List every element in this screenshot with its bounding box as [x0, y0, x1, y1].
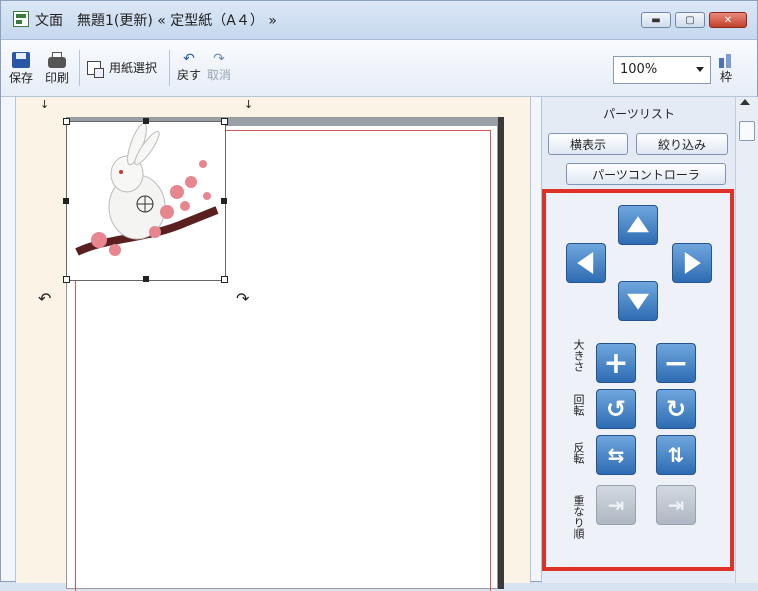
arrow-right-icon — [684, 252, 701, 274]
toolbar-separator — [169, 50, 170, 86]
paper-select-label: 用紙選択 — [109, 61, 158, 75]
shrink-button[interactable]: − — [656, 343, 696, 383]
undo-arrow-icon: ↶ — [183, 51, 195, 67]
rotate-label: 回転 — [572, 394, 585, 416]
rotate-ccw-button[interactable]: ↺ — [596, 389, 636, 429]
arrow-left-icon — [577, 252, 594, 274]
selected-image-part[interactable] — [63, 118, 228, 283]
resize-handle[interactable] — [221, 276, 228, 283]
maximize-icon: ▢ — [685, 14, 695, 26]
printer-icon — [48, 52, 66, 68]
resize-handle[interactable] — [143, 276, 149, 282]
frame-button[interactable]: 枠 — [717, 54, 735, 85]
print-button[interactable]: 印刷 — [45, 52, 69, 86]
scroll-thumb[interactable] — [739, 121, 755, 141]
horizontal-display-button[interactable]: 横表示 — [548, 133, 628, 155]
arrow-down-icon — [627, 293, 649, 310]
paper-select-button[interactable]: 用紙選択 — [87, 59, 158, 78]
redo-arrow-icon: ↷ — [213, 51, 225, 67]
flip-horizontal-icon: ⇆ — [607, 443, 625, 467]
redo-button[interactable]: ↷ 取消 — [207, 52, 231, 83]
filter-button[interactable]: 絞り込み — [636, 133, 728, 155]
save-button[interactable]: 保存 — [9, 52, 33, 86]
rotate-cw-icon: ↻ — [665, 395, 687, 423]
window-title: 文面 無題1(更新) « 定型紙（A４） » — [35, 13, 277, 29]
zoom-value: 100% — [620, 62, 658, 77]
size-label: 大きさ — [572, 338, 585, 372]
paper-icon — [87, 60, 104, 78]
document-app-icon — [13, 11, 29, 27]
toolbar-separator — [79, 50, 80, 86]
print-label: 印刷 — [45, 71, 70, 85]
floppy-disk-icon — [12, 52, 30, 68]
resize-handle[interactable] — [63, 118, 70, 125]
frame-label: 枠 — [719, 70, 732, 84]
flip-vertical-icon: ⇅ — [667, 443, 685, 467]
parts-controller-frame: 大きさ + − 回転 ↺ ↻ 反転 ⇆ ⇅ 重なり順 ⇥ ⇥ — [542, 189, 734, 571]
close-icon: ✕ — [723, 14, 733, 26]
move-right-button[interactable] — [672, 243, 712, 283]
flip-label: 反転 — [572, 442, 585, 464]
dropdown-arrow-icon — [696, 67, 704, 72]
flip-vertical-button[interactable]: ⇅ — [656, 435, 696, 475]
panel-title: パーツリスト — [603, 107, 675, 121]
panel-scrollbar[interactable] — [735, 97, 758, 583]
bring-forward-button[interactable]: ⇥ — [656, 485, 696, 525]
move-up-button[interactable] — [618, 205, 658, 245]
parts-panel: パーツリスト 横表示 絞り込み パーツコントローラ 大きさ + − 回転 ↺ ↻… — [541, 97, 736, 583]
send-backward-button[interactable]: ⇥ — [596, 485, 636, 525]
frame-bars-icon — [717, 54, 735, 68]
resize-handle[interactable] — [63, 276, 70, 283]
undo-label: 戻す — [177, 68, 202, 82]
flip-horizontal-button[interactable]: ⇆ — [596, 435, 636, 475]
rabbit-image — [75, 122, 219, 256]
plus-icon: + — [603, 345, 629, 381]
resize-handle[interactable] — [63, 198, 69, 204]
redo-label: 取消 — [207, 68, 232, 82]
move-left-button[interactable] — [566, 243, 606, 283]
rotate-ccw-icon: ↺ — [605, 395, 627, 423]
scroll-up-icon[interactable] — [740, 99, 750, 105]
close-button[interactable]: ✕ — [709, 12, 747, 28]
save-label: 保存 — [9, 71, 34, 85]
parts-controller-button[interactable]: パーツコントローラ — [566, 163, 726, 185]
undo-button[interactable]: ↶ 戻す — [177, 52, 201, 83]
resize-handle[interactable] — [221, 198, 227, 204]
maximize-button[interactable]: ▢ — [675, 12, 705, 28]
minus-icon: − — [663, 345, 689, 381]
window-controls: ▬ ▢ ✕ — [641, 12, 747, 28]
rotate-right-handle-icon[interactable]: ↷ — [236, 291, 249, 307]
app-window: 文面 無題1(更新) « 定型紙（A４） » ▬ ▢ ✕ 保存 印刷 用紙選択 … — [0, 0, 758, 591]
resize-handle[interactable] — [143, 118, 149, 124]
horizontal-display-label: 横表示 — [569, 137, 606, 152]
minimize-icon: ▬ — [651, 14, 661, 26]
toolbar: 保存 印刷 用紙選択 ↶ 戻す ↷ 取消 100% 枠 — [1, 40, 757, 97]
title-bar: 文面 無題1(更新) « 定型紙（A４） » ▬ ▢ ✕ — [1, 1, 757, 40]
resize-handle[interactable] — [221, 118, 228, 125]
arrow-up-icon — [627, 216, 649, 233]
rotate-cw-button[interactable]: ↻ — [656, 389, 696, 429]
filter-label: 絞り込み — [657, 137, 706, 152]
send-backward-icon: ⇥ — [607, 493, 625, 517]
order-label: 重なり順 — [572, 495, 585, 539]
rotate-left-handle-icon[interactable]: ↶ — [38, 291, 51, 307]
canvas-area[interactable]: ↓ ↓ ↶ ↷ — [15, 97, 531, 591]
zoom-select[interactable]: 100% — [613, 56, 711, 84]
top-right-arrow-icon: ↓ — [244, 98, 254, 111]
bring-forward-icon: ⇥ — [667, 493, 685, 517]
move-down-button[interactable] — [618, 281, 658, 321]
top-left-arrow-icon: ↓ — [40, 98, 50, 111]
parts-controller-label: パーツコントローラ — [592, 167, 700, 182]
enlarge-button[interactable]: + — [596, 343, 636, 383]
minimize-button[interactable]: ▬ — [641, 12, 671, 28]
